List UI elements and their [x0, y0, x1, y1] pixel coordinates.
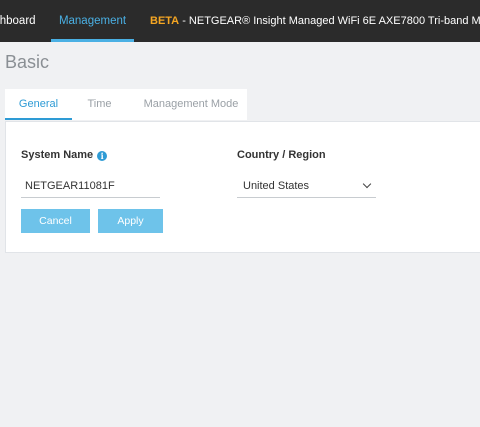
top-navigation-bar: shboard Management BETA - NETGEAR® Insig… [0, 0, 480, 42]
tab-management-mode[interactable]: Management Mode [135, 89, 247, 120]
country-region-select[interactable]: United States [237, 174, 376, 198]
tab-general[interactable]: General [5, 89, 72, 120]
nav-management[interactable]: Management [51, 0, 134, 42]
beta-label: BETA [150, 15, 180, 27]
device-title: BETA - NETGEAR® Insight Managed WiFi 6E … [150, 0, 480, 42]
nav-active-indicator [51, 39, 134, 42]
country-region-value: United States [243, 180, 310, 192]
chevron-down-icon [362, 179, 372, 189]
page-title: Basic [5, 52, 50, 72]
cancel-button[interactable]: Cancel [21, 209, 90, 233]
device-name: - NETGEAR® Insight Managed WiFi 6E AXE78… [182, 15, 480, 27]
nav-dashboard[interactable]: shboard [0, 0, 36, 42]
country-region-label: Country / Region [237, 149, 326, 161]
info-icon[interactable]: i [97, 151, 108, 161]
system-name-label: System Name i [21, 149, 108, 161]
tab-active-indicator [5, 118, 72, 120]
system-name-input[interactable] [21, 174, 160, 198]
general-settings-panel: System Namei Country / Region United Sta… [5, 121, 480, 253]
tab-bar: General Time Management Mode [5, 89, 247, 120]
tab-time[interactable]: Time [77, 89, 122, 120]
system-name-label-text: System Name [21, 149, 94, 161]
apply-button[interactable]: Apply [98, 209, 163, 233]
